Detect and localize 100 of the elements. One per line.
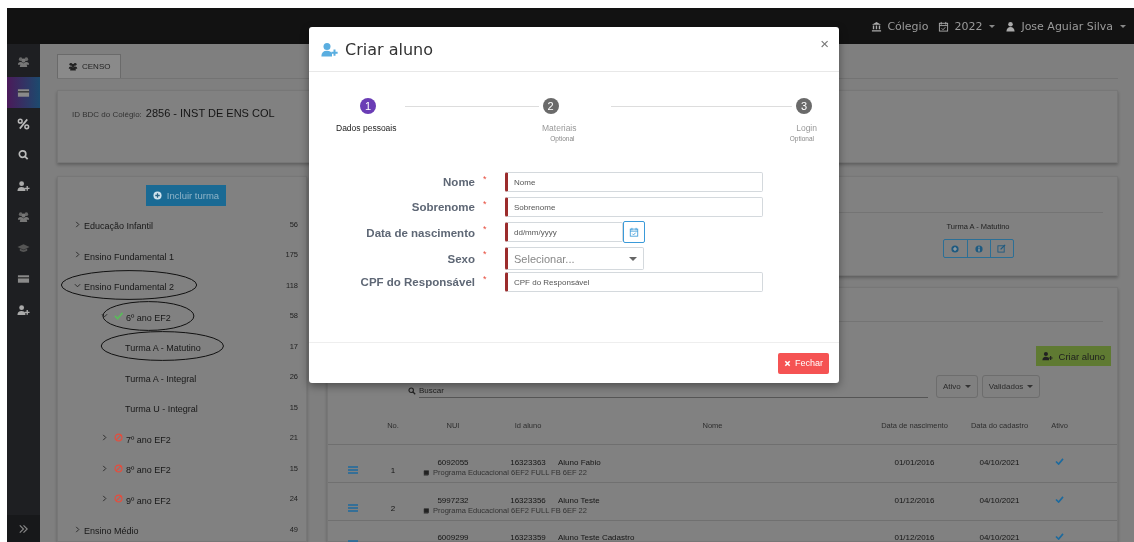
table-cell-text: 5997232 (436, 496, 470, 505)
date-field[interactable]: dd/mm/yyyy (505, 222, 623, 242)
chevron-icon[interactable] (101, 495, 108, 503)
book-icon (423, 507, 429, 514)
close-icon (784, 359, 791, 367)
user-plus-icon (17, 303, 30, 316)
chevron-icon[interactable] (74, 220, 81, 228)
tree-item[interactable]: 7º ano EF2 (126, 434, 171, 445)
step-label: Dados pessoais (336, 123, 397, 133)
tree-item[interactable]: 8º ano EF2 (126, 465, 171, 476)
tree-item[interactable]: Educação Infantil (84, 221, 154, 232)
tree-item[interactable]: 6º ano EF2 (126, 312, 171, 323)
required-mark: * (483, 174, 487, 184)
search-icon (408, 386, 416, 395)
table-cell-text: 1 (389, 466, 397, 475)
user-menu[interactable]: Jose Aguiar Silva (1021, 19, 1113, 33)
field-label: Sexo (446, 252, 475, 265)
tree-item[interactable]: Turma A - Integral (125, 373, 197, 384)
user-plus-icon (1041, 351, 1053, 361)
step-number[interactable]: 1 (360, 98, 376, 114)
year-dropdown[interactable]: 2022 (954, 19, 983, 33)
users-icon (68, 62, 78, 71)
blocked-icon (114, 494, 123, 504)
table-cell-text: 04/10/2021 (978, 532, 1021, 542)
step-label: Materiais (542, 123, 577, 133)
book-icon (423, 469, 429, 476)
required-mark: * (483, 199, 487, 209)
calendar-icon[interactable] (623, 221, 645, 243)
tree-item[interactable]: Turma U - Integral (125, 404, 198, 415)
caret-icon (1027, 385, 1034, 388)
chevron-icon[interactable] (101, 312, 108, 320)
close-button[interactable]: × (820, 35, 829, 52)
table-cell-text: Aluno Teste Cadastro (558, 532, 636, 542)
field-label: Nome (442, 176, 475, 188)
user-plus-icon (17, 179, 30, 192)
sidebar-item[interactable] (7, 77, 40, 108)
table-cell-text: 6009299 (436, 532, 470, 542)
caret-icon (629, 256, 637, 261)
create-student-button[interactable]: Criar aluno (1035, 346, 1111, 366)
chevron-icon[interactable] (74, 251, 81, 259)
caret-icon (964, 385, 971, 388)
users-icon (17, 210, 30, 223)
required-mark: * (483, 224, 487, 234)
percent-icon (17, 117, 30, 130)
step-number[interactable]: 3 (796, 98, 812, 114)
card-icon (17, 86, 30, 99)
blocked-icon (114, 433, 123, 443)
menu-icon[interactable] (348, 465, 358, 474)
input-field[interactable]: CPF do Responsável (505, 272, 763, 292)
school-id-label: ID BDC do Colégio: (72, 110, 142, 119)
table-cell-text: 01/12/2016 (893, 496, 936, 505)
filter-dropdown[interactable]: Ativo (936, 375, 978, 398)
chevron-icon[interactable] (74, 281, 81, 289)
calendar-icon (938, 20, 950, 32)
filter-dropdown[interactable]: Validados (981, 375, 1041, 398)
input-field[interactable]: Sobrenome (505, 197, 763, 217)
step-label: Login (796, 123, 817, 133)
table-cell-text: 01/12/2016 (893, 532, 936, 542)
input-field[interactable]: Nome (505, 172, 763, 192)
census-tab[interactable]: CENSO (57, 54, 122, 78)
plus-circle-icon (152, 191, 162, 200)
blocked-icon (114, 463, 123, 473)
table-cell-text: 16323359 (509, 532, 547, 542)
table-cell-text: 16323356 (509, 496, 547, 505)
school-id-value: 2856 - INST DE ENS COL (145, 107, 275, 119)
user-icon (1005, 20, 1017, 32)
menu-icon[interactable] (348, 503, 358, 512)
graduation-cap-icon (17, 241, 30, 254)
tree-item[interactable]: Ensino Fundamental 1 (84, 251, 175, 262)
table-cell-text: Aluno Teste (558, 496, 601, 505)
caret-icon (989, 24, 996, 28)
table-cell-text: 04/10/2021 (978, 496, 1021, 505)
required-mark: * (483, 249, 487, 259)
search-icon (17, 148, 30, 161)
bank-icon (871, 20, 883, 32)
double-chevron-icon (17, 522, 30, 535)
dialog-title: Criar aluno (345, 39, 433, 59)
table-cell-text: 2 (389, 504, 397, 513)
tree-item[interactable]: 9º ano EF2 (126, 495, 171, 506)
close-dialog-button[interactable]: Fechar (778, 352, 829, 374)
caret-icon (1120, 24, 1126, 28)
field-label: CPF do Responsável (359, 276, 475, 288)
table-cell-text: Aluno Fabio (558, 458, 602, 467)
table-cell-text: 01/01/2016 (893, 458, 936, 467)
required-mark: * (483, 274, 487, 284)
chevron-icon[interactable] (101, 434, 108, 442)
check-icon (114, 311, 123, 321)
chevron-icon[interactable] (74, 525, 81, 533)
chevron-icon[interactable] (101, 464, 108, 472)
table-cell-text: 16323363 (509, 458, 547, 467)
table-cell-text: 04/10/2021 (978, 458, 1021, 467)
school-link[interactable]: Cólegio (887, 19, 929, 33)
field-label: Sobrenome (410, 201, 475, 213)
add-class-button[interactable]: Incluir turma (145, 185, 227, 206)
table-cell-text: 6092055 (436, 458, 470, 467)
tree-item[interactable]: Ensino Médio (84, 526, 139, 537)
user-plus-icon (320, 41, 339, 57)
step-number[interactable]: 2 (542, 98, 559, 114)
expand-sidebar-button[interactable] (7, 515, 40, 542)
field-label: Data de nascimento (365, 226, 475, 239)
